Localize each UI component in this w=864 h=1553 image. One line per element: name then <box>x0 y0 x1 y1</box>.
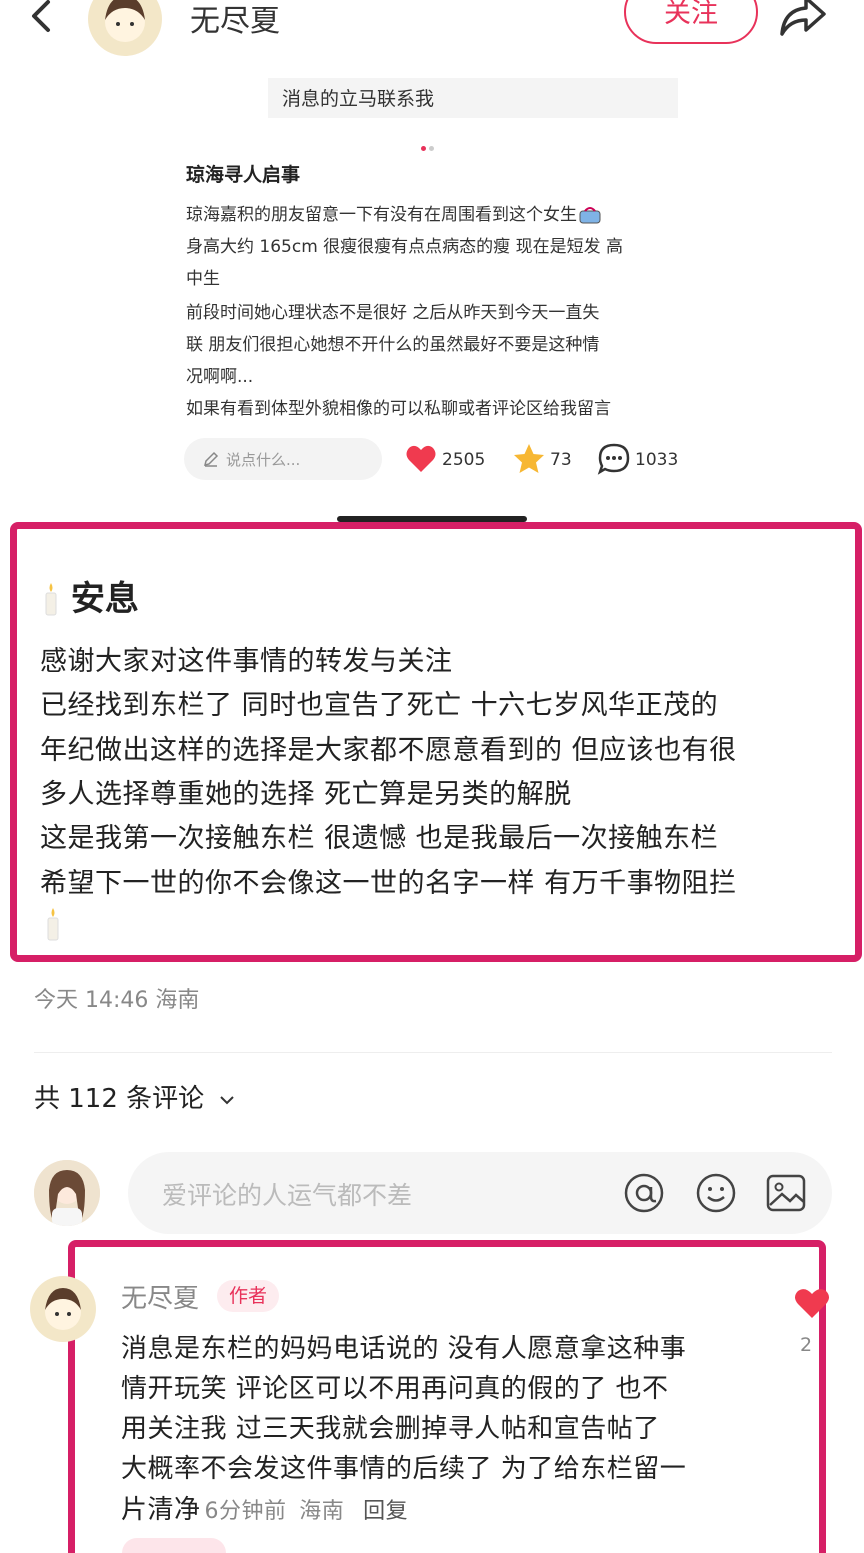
post-line: 多人选择尊重她的选择 死亡算是另类的解脱 <box>40 779 572 810</box>
comment-author-avatar[interactable] <box>30 1276 96 1342</box>
comment-line: 用关注我 过三天我就会删掉寻人帖和宣告帖了 <box>121 1414 660 1444</box>
post-meta: 今天 14:46 海南 <box>34 988 200 1013</box>
comment-location: 海南 <box>299 1499 345 1524</box>
post-line: 这是我第一次接触东栏 很遗憾 也是我最后一次接触东栏 <box>40 823 719 854</box>
share-icon <box>780 0 826 36</box>
embedded-post-image: 消息的立马联系我 琼海寻人启事 琼海嘉积的朋友留意一下有没有在周围看到这个女生 … <box>0 72 864 522</box>
embedded-line: 如果有看到体型外貌相像的可以私聊或者评论区给我留言 <box>186 399 611 419</box>
embedded-line: 中生 <box>186 269 220 289</box>
next-comment-tag <box>122 1538 226 1553</box>
post-content-highlight: 安息 感谢大家对这件事情的转发与关注 已经找到东栏了 同时也宣告了死亡 十六七岁… <box>10 522 862 962</box>
embedded-comment-input: 说点什么... <box>184 438 382 480</box>
pencil-icon <box>203 451 219 467</box>
post-line: 感谢大家对这件事情的转发与关注 <box>40 646 453 677</box>
embedded-line: 联 朋友们很担心她想不开什么的虽然最好不要是这种情 <box>186 335 600 355</box>
at-icon[interactable] <box>622 1171 666 1215</box>
comment-line: 大概率不会发这件事情的后续了 为了给东栏留一 <box>121 1454 687 1484</box>
follow-button[interactable]: 关注 <box>624 0 758 44</box>
embedded-top-strip: 消息的立马联系我 <box>268 78 678 118</box>
embedded-line: 身高大约 165cm 很瘦很瘦有点点病态的瘦 现在是短发 高 <box>186 237 623 257</box>
back-arrow-icon <box>32 0 50 32</box>
post-line: 已经找到东栏了 同时也宣告了死亡 十六七岁风华正茂的 <box>40 690 719 721</box>
comment-line: 消息是东栏的妈妈电话说的 没有人愿意拿这种事 <box>121 1334 687 1364</box>
comment-count-sort[interactable]: 共 112 条评论 <box>34 1078 236 1115</box>
share-button[interactable] <box>776 0 830 44</box>
post-line: 希望下一世的你不会像这一世的名字一样 有万千事物阻拦 <box>40 868 737 899</box>
author-badge: 作者 <box>217 1280 280 1312</box>
comment-like-icon[interactable] <box>792 1286 832 1320</box>
divider <box>34 1052 832 1053</box>
top-bar: 无尽夏 关注 <box>0 0 864 72</box>
chevron-down-icon <box>220 1095 235 1104</box>
author-avatar[interactable] <box>88 0 162 56</box>
bag-emoji-icon <box>579 207 601 224</box>
carousel-dots <box>421 136 437 155</box>
comment-like-count: 2 <box>800 1334 813 1356</box>
candle-icon <box>45 583 57 616</box>
embedded-line: 况啊啊... <box>186 367 254 387</box>
reply-button[interactable]: 回复 <box>363 1499 408 1524</box>
author-name[interactable]: 无尽夏 <box>190 0 280 40</box>
candle-icon <box>47 908 59 941</box>
back-button[interactable] <box>22 0 62 40</box>
current-user-avatar <box>34 1160 100 1226</box>
comment-last-line: 片清净 6分钟前 海南 回复 <box>121 1495 409 1525</box>
post-title: 安息 <box>43 571 139 620</box>
comment-author-name[interactable]: 无尽夏 <box>121 1278 199 1315</box>
star-icon <box>514 444 544 473</box>
comment-line: 情开玩笑 评论区可以不用再问真的假的了 也不 <box>121 1374 669 1404</box>
post-line: 年纪做出这样的选择是大家都不愿意看到的 但应该也有很 <box>40 735 737 766</box>
embedded-line: 琼海嘉积的朋友留意一下有没有在周围看到这个女生 <box>186 200 601 225</box>
emoji-icon[interactable] <box>694 1171 738 1215</box>
embedded-title: 琼海寻人启事 <box>186 164 301 186</box>
comment-time: 6分钟前 <box>204 1499 287 1524</box>
comment-input[interactable]: 爱评论的人运气都不差 <box>128 1152 832 1234</box>
heart-icon <box>406 445 436 472</box>
image-icon[interactable] <box>764 1171 808 1215</box>
embedded-line: 前段时间她心理状态不是很好 之后从昨天到今天一直失 <box>186 303 600 323</box>
comment-bubble-icon <box>597 443 630 475</box>
